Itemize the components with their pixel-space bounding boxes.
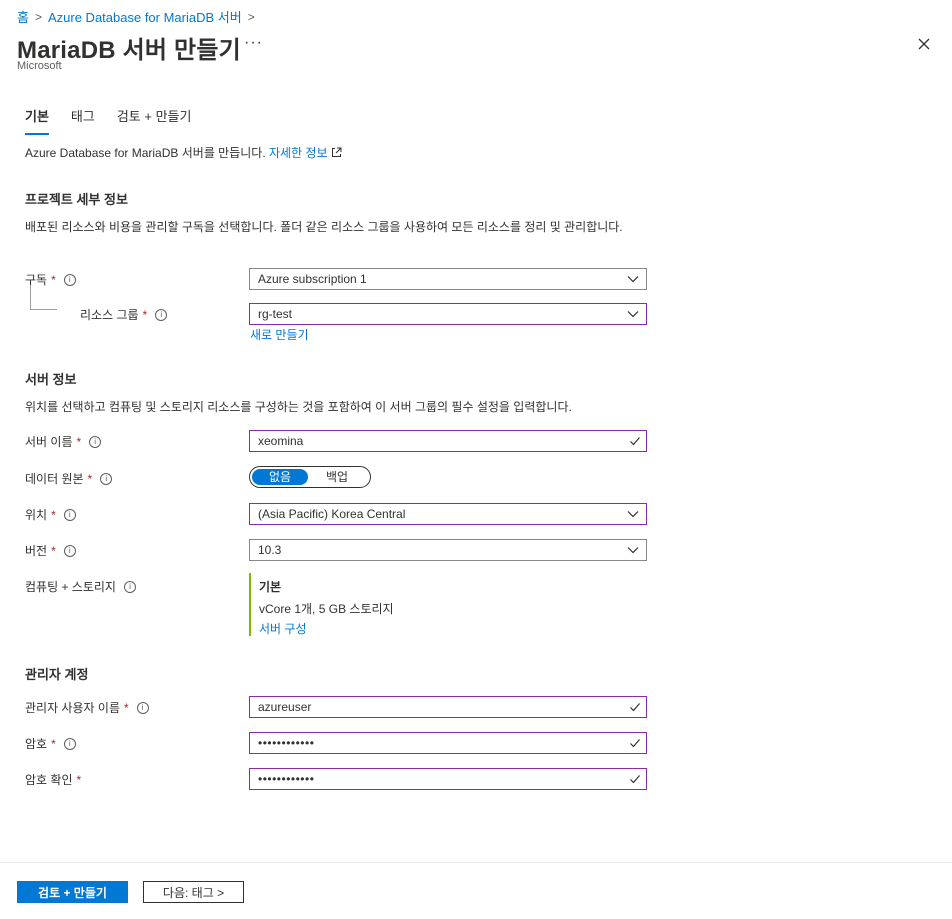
breadcrumb: 홈 > Azure Database for MariaDB 서버 > <box>17 7 255 26</box>
create-new-resource-group-link[interactable]: 새로 만들기 <box>250 326 309 343</box>
resource-group-dropdown[interactable]: rg-test <box>249 303 647 325</box>
confirm-password-input[interactable]: •••••••••••• <box>249 768 647 790</box>
location-value: (Asia Pacific) Korea Central <box>258 507 406 521</box>
required-asterisk: * <box>76 434 82 449</box>
tab-basics[interactable]: 기본 <box>25 106 49 135</box>
location-label-text: 위치 <box>25 508 48 522</box>
compute-storage-label: 컴퓨팅 + 스토리지 i <box>25 578 136 595</box>
required-asterisk: * <box>51 272 56 287</box>
data-source-label: 데이터 원본 * i <box>25 470 113 487</box>
tab-tags[interactable]: 태그 <box>71 106 95 135</box>
confirm-password-value: •••••••••••• <box>258 772 315 786</box>
info-icon[interactable]: i <box>63 508 76 521</box>
server-name-input[interactable]: xeomina <box>249 430 647 452</box>
next-tags-button[interactable]: 다음: 태그 > <box>143 881 244 903</box>
admin-username-label: 관리자 사용자 이름 * i <box>25 699 149 716</box>
data-source-option-backup[interactable]: 백업 <box>308 469 366 485</box>
info-icon[interactable]: i <box>100 472 113 485</box>
password-value: •••••••••••• <box>258 736 315 750</box>
password-input[interactable]: •••••••••••• <box>249 732 647 754</box>
version-value: 10.3 <box>258 543 282 557</box>
configure-server-link[interactable]: 서버 구성 <box>259 622 307 636</box>
info-icon[interactable]: i <box>63 544 76 557</box>
admin-username-label-text: 관리자 사용자 이름 <box>25 701 120 715</box>
compute-storage-summary: 기본 vCore 1개, 5 GB 스토리지 서버 구성 <box>249 573 654 636</box>
data-source-label-text: 데이터 원본 <box>25 472 84 486</box>
subscription-dropdown[interactable]: Azure subscription 1 <box>249 268 647 290</box>
checkmark-icon <box>630 775 640 784</box>
admin-account-heading: 관리자 계정 <box>25 667 89 682</box>
project-details-description: 배포된 리소스와 비용을 관리할 구독을 선택합니다. 폴더 같은 리소스 그룹… <box>25 220 623 234</box>
info-icon[interactable]: i <box>123 580 136 593</box>
location-label: 위치 * i <box>25 506 76 523</box>
version-label: 버전 * i <box>25 542 76 559</box>
breadcrumb-parent-link[interactable]: Azure Database for MariaDB 서버 <box>48 7 242 26</box>
tab-review-create[interactable]: 검토 + 만들기 <box>117 106 192 135</box>
data-source-toggle[interactable]: 없음 백업 <box>249 466 371 488</box>
breadcrumb-home-link[interactable]: 홈 <box>17 7 29 26</box>
confirm-password-label-text: 암호 확인 <box>25 773 73 787</box>
required-asterisk: * <box>87 471 93 486</box>
required-asterisk: * <box>51 507 56 522</box>
compute-detail: vCore 1개, 5 GB 스토리지 <box>259 602 394 616</box>
chevron-down-icon <box>627 311 639 318</box>
required-asterisk: * <box>76 772 82 787</box>
admin-username-input[interactable]: azureuser <box>249 696 647 718</box>
info-icon[interactable]: i <box>89 435 102 448</box>
close-icon[interactable] <box>914 34 934 54</box>
server-name-label: 서버 이름 * i <box>25 433 102 450</box>
more-options-icon[interactable]: ··· <box>244 34 263 52</box>
required-asterisk: * <box>51 543 56 558</box>
checkmark-icon <box>630 703 640 712</box>
chevron-right-icon: > <box>247 9 255 24</box>
password-label-text: 암호 <box>25 737 48 751</box>
server-details-heading: 서버 정보 <box>25 372 77 387</box>
publisher-label: Microsoft <box>17 60 62 72</box>
info-icon[interactable]: i <box>155 308 168 321</box>
tree-connector-vertical <box>30 285 31 309</box>
confirm-password-label: 암호 확인 * <box>25 771 81 788</box>
resource-group-label: 리소스 그룹 * i <box>80 306 168 323</box>
info-icon[interactable]: i <box>63 273 76 286</box>
admin-username-value: azureuser <box>258 700 312 714</box>
review-create-button[interactable]: 검토 + 만들기 <box>17 881 128 903</box>
resource-group-value: rg-test <box>258 307 293 321</box>
password-label: 암호 * i <box>25 735 76 752</box>
subscription-label-text: 구독 <box>25 273 48 287</box>
checkmark-icon <box>630 437 640 446</box>
tree-connector-horizontal <box>30 309 57 310</box>
intro-text: Azure Database for MariaDB 서버를 만듭니다. 자세한… <box>25 144 342 161</box>
required-asterisk: * <box>124 700 129 715</box>
version-label-text: 버전 <box>25 544 48 558</box>
checkmark-icon <box>630 739 640 748</box>
compute-storage-label-text: 컴퓨팅 + 스토리지 <box>25 580 116 594</box>
subscription-value: Azure subscription 1 <box>258 272 367 286</box>
chevron-right-icon: > <box>34 9 42 24</box>
server-details-description: 위치를 선택하고 컴퓨팅 및 스토리지 리소스를 구성하는 것을 포함하여 이 … <box>25 400 572 414</box>
tab-bar: 기본 태그 검토 + 만들기 <box>25 106 191 135</box>
resource-group-label-text: 리소스 그룹 <box>80 308 139 322</box>
chevron-down-icon <box>627 511 639 518</box>
required-asterisk: * <box>51 736 56 751</box>
version-dropdown[interactable]: 10.3 <box>249 539 647 561</box>
chevron-down-icon <box>627 276 639 283</box>
subscription-label: 구독 * i <box>25 271 76 288</box>
external-link-icon[interactable] <box>331 147 342 158</box>
location-dropdown[interactable]: (Asia Pacific) Korea Central <box>249 503 647 525</box>
required-asterisk: * <box>142 307 148 322</box>
server-name-value: xeomina <box>258 434 304 448</box>
chevron-down-icon <box>627 547 639 554</box>
info-icon[interactable]: i <box>63 737 76 750</box>
project-details-heading: 프로젝트 세부 정보 <box>25 192 128 207</box>
compute-tier: 기본 <box>259 580 282 594</box>
intro-description: Azure Database for MariaDB 서버를 만듭니다. <box>25 146 270 160</box>
data-source-option-none[interactable]: 없음 <box>252 469 308 485</box>
footer-divider <box>0 862 952 863</box>
learn-more-link[interactable]: 자세한 정보 <box>269 146 328 160</box>
info-icon[interactable]: i <box>136 701 149 714</box>
server-name-label-text: 서버 이름 <box>25 435 73 449</box>
